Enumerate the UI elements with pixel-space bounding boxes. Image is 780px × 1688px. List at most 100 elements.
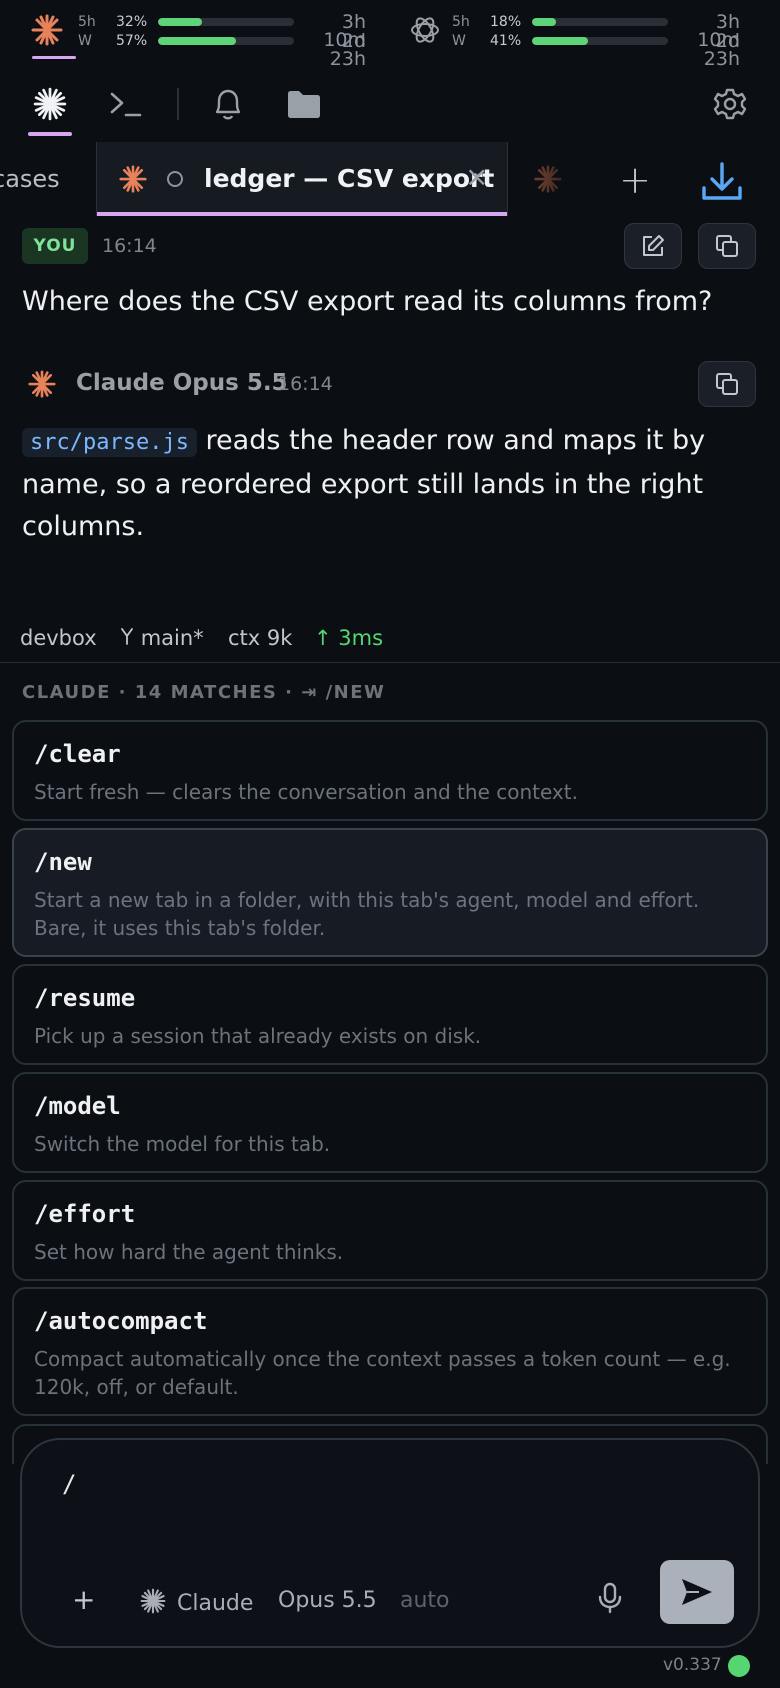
usage-percent: 32% [116, 14, 148, 30]
command-item[interactable]: /resume Pick up a session that already e… [12, 964, 768, 1065]
assistant-line: src/parse.js reads the header row and ma… [22, 420, 762, 464]
tab-ledger-csv-export[interactable]: ledger — CSV export × [96, 142, 508, 216]
command-description: Compact automatically once the context p… [34, 1347, 731, 1399]
command-description: Set how hard the agent thinks. [34, 1240, 344, 1264]
usage-percent: 57% [116, 33, 148, 49]
copy-icon [716, 235, 738, 257]
claude-asterisk-icon [119, 165, 147, 193]
user-badge: YOU [22, 228, 88, 264]
usage-label: 5h [452, 14, 470, 30]
command-item[interactable]: /effort Set how hard the agent thinks. [12, 1180, 768, 1281]
tab-label: cases [0, 165, 60, 193]
assistant-line: columns. [22, 511, 145, 542]
files-button[interactable] [276, 76, 332, 132]
command-description: Start a new tab in a folder, with this t… [34, 888, 700, 940]
tab-cases[interactable]: cases [0, 142, 96, 216]
notifications-button[interactable] [200, 76, 256, 132]
command-name: /autocompact [34, 1307, 208, 1335]
copy-response-button[interactable] [698, 361, 756, 407]
download-icon [702, 162, 742, 200]
attach-button[interactable]: + [72, 1583, 95, 1616]
usage-row-week: W 41% 2d 23h [452, 32, 752, 69]
toolbar-selected-indicator [28, 132, 72, 136]
status-latency: ↑ 3ms [314, 626, 384, 650]
tab-label: ledger — CSV export [204, 164, 495, 193]
usage-openai: 5h 18% 3h 10m W 41% 2d 23h [408, 10, 748, 69]
active-tab-indicator [97, 212, 507, 216]
tab-status-dot [167, 171, 183, 187]
model-selector[interactable]: Opus 5.5 [278, 1588, 377, 1613]
command-item-selected[interactable]: /new Start a new tab in a folder, with t… [12, 828, 768, 957]
agent-claude-button[interactable] [22, 76, 78, 132]
send-button[interactable] [660, 1560, 734, 1624]
assistant-line: name, so a reordered export still lands … [22, 469, 704, 500]
openai-knot-icon [408, 13, 442, 47]
usage-label: W [452, 33, 466, 49]
composer[interactable]: / + Claude Opus 5.5 auto [20, 1438, 760, 1648]
usage-row-week: W 57% 2d 23h [78, 32, 378, 69]
command-name: /resume [34, 984, 136, 1012]
new-tab-button[interactable]: + [610, 150, 660, 210]
claude-asterisk-icon [140, 1588, 166, 1614]
plus-icon: + [619, 158, 651, 202]
usage-reset-time: 2d 23h [703, 30, 740, 70]
assistant-name: Claude Opus 5.5 [76, 370, 288, 396]
effort-selector[interactable]: auto [400, 1588, 450, 1613]
folder-icon [288, 91, 320, 118]
usage-progress [532, 18, 668, 26]
code-span[interactable]: src/parse.js [22, 428, 197, 457]
command-item[interactable]: /model Switch the model for this tab. [12, 1072, 768, 1173]
branch-icon [121, 628, 133, 645]
status-host: devbox [20, 626, 97, 650]
microphone-icon [598, 1582, 622, 1614]
settings-button[interactable] [702, 76, 758, 132]
usage-progress [532, 37, 668, 45]
usage-claude: 5h 32% 3h 10m W 57% 2d 23h [30, 10, 370, 69]
usage-label: 5h [78, 14, 96, 30]
claude-usage-underline [32, 56, 76, 59]
claude-asterisk-icon [33, 87, 67, 121]
command-item[interactable]: /autocompact Compact automatically once … [12, 1287, 768, 1416]
terminal-icon [110, 92, 142, 117]
tab-close-icon[interactable]: × [465, 160, 488, 193]
usage-row-5h: 5h 32% 3h 10m [78, 13, 378, 50]
terminal-button[interactable] [98, 76, 154, 132]
command-item[interactable]: /clear Start fresh — clears the conversa… [12, 720, 768, 821]
download-button[interactable] [694, 154, 750, 210]
gear-icon [713, 88, 747, 120]
status-divider [0, 662, 780, 663]
command-name: /clear [34, 740, 121, 768]
tab-strip: cases ledger — CSV export × [0, 142, 585, 216]
status-context: ctx 9k [228, 626, 293, 650]
palette-header: CLAUDE · 14 MATCHES · ⇥ /NEW [22, 682, 386, 703]
command-description: Switch the model for this tab. [34, 1132, 331, 1156]
agent-selector[interactable]: Claude [140, 1588, 253, 1616]
usage-progress [158, 18, 294, 26]
claude-asterisk-icon [28, 370, 56, 398]
command-name: /model [34, 1092, 121, 1120]
assistant-message-time: 16:14 [278, 373, 333, 395]
command-description: Start fresh — clears the conversation an… [34, 780, 578, 804]
status-branch: main* [120, 626, 204, 650]
usage-percent: 41% [490, 33, 522, 49]
bell-icon [215, 89, 241, 120]
edit-icon [643, 235, 664, 256]
usage-label: W [78, 33, 92, 49]
user-message-time: 16:14 [102, 235, 157, 257]
claude-asterisk-icon [30, 13, 64, 47]
toolbar-divider [177, 88, 179, 120]
connection-status-dot [728, 1655, 750, 1677]
command-description: Pick up a session that already exists on… [34, 1024, 482, 1048]
copy-icon [716, 373, 738, 395]
app-root: { "usage": { "claude": { "icon": "claude… [0, 0, 780, 1688]
copy-message-button[interactable] [698, 223, 756, 269]
usage-progress [158, 37, 294, 45]
edit-message-button[interactable] [624, 223, 682, 269]
send-icon [682, 1579, 712, 1605]
command-name: /effort [34, 1200, 136, 1228]
user-message-text: Where does the CSV export read its colum… [22, 286, 713, 317]
usage-percent: 18% [490, 14, 522, 30]
microphone-button[interactable] [588, 1576, 632, 1620]
command-name: /new [34, 848, 92, 876]
composer-input[interactable]: / [62, 1470, 76, 1498]
